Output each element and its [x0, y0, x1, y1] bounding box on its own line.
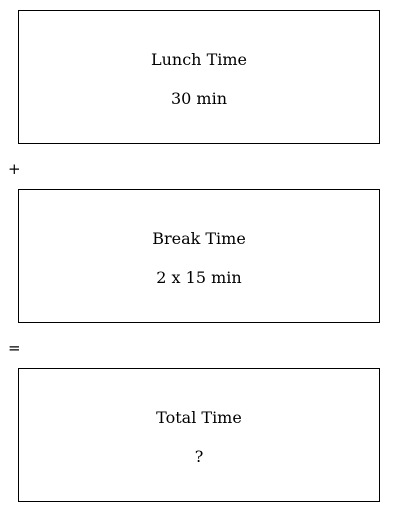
lunch-time-box: Lunch Time 30 min — [18, 10, 380, 144]
break-time-value: 2 x 15 min — [156, 268, 242, 287]
lunch-time-label: Lunch Time — [150, 50, 247, 69]
equals-operator: = — [8, 339, 21, 357]
total-time-label: Total Time — [156, 408, 242, 427]
plus-operator: + — [8, 160, 21, 178]
total-time-value: ? — [194, 447, 204, 466]
break-time-box: Break Time 2 x 15 min — [18, 189, 380, 323]
lunch-time-value: 30 min — [170, 89, 228, 108]
break-time-label: Break Time — [152, 229, 246, 248]
total-time-box: Total Time ? — [18, 368, 380, 502]
